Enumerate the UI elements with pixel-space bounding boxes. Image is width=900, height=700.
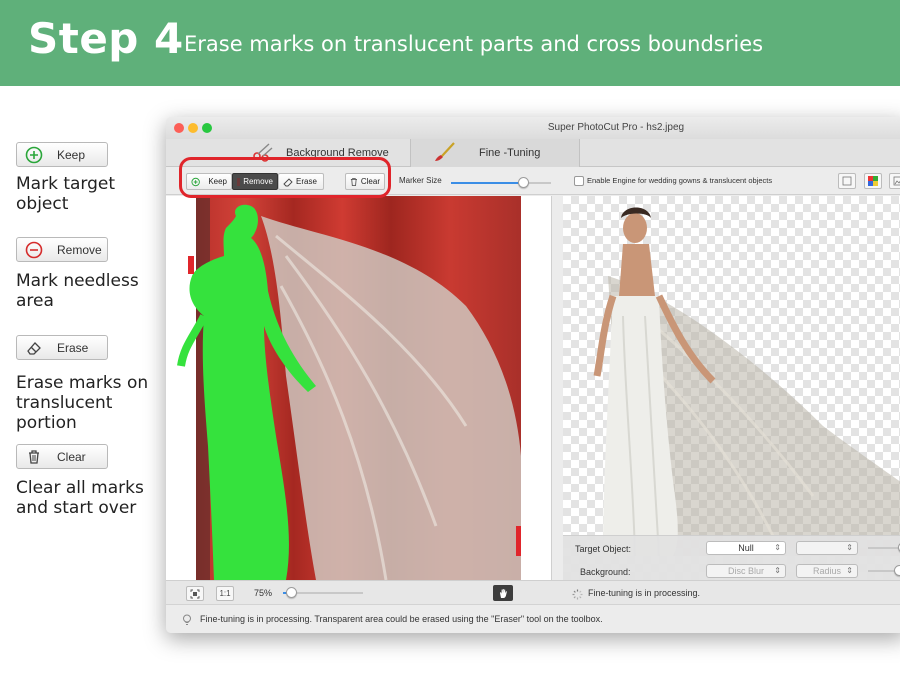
target-object-secondary-select[interactable]: ⇕ [796,541,858,555]
keep-description: Mark target object [16,174,116,214]
tools-highlight-ring [179,157,391,198]
radius-value: Radius [812,566,841,576]
minus-circle-icon [25,241,43,259]
remove-description: Mark needless area [16,271,139,311]
background-label: Background: [580,567,631,577]
spinner-icon [572,587,583,605]
view-compare-button[interactable] [838,173,856,189]
tab-fine-tuning[interactable]: Fine -Tuning [410,139,580,167]
canvas-bottom-bar: 1:1 75% Fine-tuning is in processing. [166,580,900,604]
source-photo [177,196,521,581]
zoom-level: 75% [254,588,273,598]
marker-size-fill [451,182,523,184]
erase-description: Erase marks on translucent portion [16,373,149,433]
trash-icon [25,448,43,466]
source-canvas[interactable] [166,196,552,581]
eraser-icon [25,339,43,357]
step-subtitle: Erase marks on translucent parts and cro… [184,32,764,56]
status-bar: Fine-tuning is in processing. Transparen… [166,604,900,633]
color-palette-icon [868,176,878,186]
clear-description: Clear all marks and start over [16,478,144,518]
engine-checkbox-label: Enable Engine for wedding gowns & transl… [587,176,773,185]
erase-button-sample[interactable]: Erase [16,335,108,360]
plus-circle-icon [25,146,43,164]
marker-size-label: Marker Size [399,176,442,185]
brush-icon [431,141,457,166]
status-message: Fine-tuning is in processing. Transparen… [200,614,603,624]
stepper-icon: ⇕ [774,566,781,575]
remove-label: Remove [57,242,102,257]
result-canvas[interactable] [563,196,900,580]
properties-panel: Target Object: Null ⇕ ⇕ Background: Disc… [563,535,900,581]
keep-label: Keep [57,147,86,162]
target-object-value: Null [738,543,754,553]
target-slider[interactable] [868,542,900,553]
result-photo [593,207,900,557]
step-banner: Step 4 Erase marks on translucent parts … [0,0,900,86]
background-value: Disc Blur [727,566,764,576]
erase-label: Erase [57,340,89,355]
stepper-icon: ⇕ [846,566,853,575]
keep-button-sample[interactable]: Keep [16,142,108,167]
zoom-knob[interactable] [286,587,297,598]
title-bar: Super PhotoCut Pro - hs2.jpeg [166,117,900,139]
processing-text: Fine-tuning is in processing. [588,588,701,598]
engine-checkbox[interactable] [574,176,584,186]
background-slider-knob[interactable] [894,565,900,576]
marker-size-slider[interactable] [451,177,551,188]
background-slider[interactable] [868,565,900,576]
clear-button-sample[interactable]: Clear [16,444,108,469]
stepper-icon: ⇕ [846,543,853,552]
remove-button-sample[interactable]: Remove [16,237,108,262]
image-icon [893,176,900,186]
clear-label: Clear [57,449,86,464]
radius-select[interactable]: Radius ⇕ [796,564,858,578]
step-title: Step 4 [28,14,184,63]
marker-size-knob[interactable] [518,177,529,188]
fit-screen-button[interactable] [186,586,204,601]
zoom-slider[interactable] [283,587,363,598]
target-object-select[interactable]: Null ⇕ [706,541,786,555]
actual-size-button[interactable]: 1:1 [216,586,234,601]
color-picker-button[interactable] [864,173,882,189]
window-title: Super PhotoCut Pro - hs2.jpeg [547,122,685,133]
export-button[interactable] [889,173,900,189]
stepper-icon: ⇕ [774,543,781,552]
hand-icon [499,588,507,598]
tab-fine-tuning-label: Fine -Tuning [479,147,541,159]
background-select[interactable]: Disc Blur ⇕ [706,564,786,578]
lightbulb-icon [182,613,192,631]
target-object-label: Target Object: [575,544,632,554]
fit-screen-icon [190,589,200,598]
actual-size-label: 1:1 [219,589,231,598]
pan-tool-button[interactable] [493,585,513,601]
expand-icon [842,176,852,186]
